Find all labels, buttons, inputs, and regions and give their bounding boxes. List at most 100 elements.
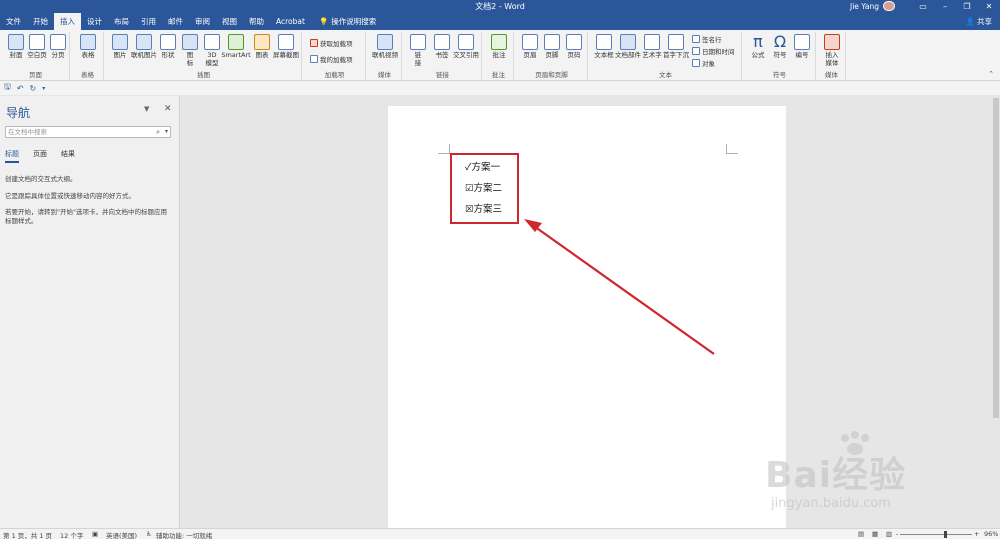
word-count[interactable]: 12 个字 [60,530,83,539]
print-layout-icon[interactable]: ▦ [872,530,878,538]
read-mode-icon[interactable]: ▤ [858,530,864,538]
calendar-icon [692,47,700,55]
zoom-slider-knob[interactable] [944,531,947,538]
nav-help-text-3: 若要开始，请转到"开始"选项卡，并向文档中的标题应用标题样式。 [5,208,167,225]
online-video-button[interactable]: 联机视频 [371,34,399,59]
table-button[interactable]: 表格 [74,34,102,59]
scrollbar-thumb[interactable] [993,98,999,418]
number-button[interactable]: 编号 [788,34,816,59]
zoom-in-button[interactable]: + [974,530,979,538]
cross-reference-icon [458,34,474,50]
tab-review[interactable]: 审阅 [189,13,216,30]
nav-tabs: 标题 页面 结果 [5,149,75,163]
object-button[interactable]: 对象 [692,58,715,68]
lightbulb-icon: 💡 [318,17,329,26]
footer-icon [544,34,560,50]
save-icon[interactable]: 🖫 [4,81,11,95]
insert-media-button[interactable]: 插入 媒体 [818,34,846,67]
pane-options-icon[interactable]: ▼ [144,105,149,113]
accessibility-icon[interactable]: ♿ [146,530,152,538]
chevron-down-icon[interactable]: ▾ [165,127,168,137]
zoom-out-button[interactable]: - [896,530,898,538]
tab-insert[interactable]: 插入 [54,13,81,30]
get-addins-button[interactable]: 获取加载项 [310,38,353,48]
wordart-icon [644,34,660,50]
tab-file[interactable]: 文件 [0,13,27,30]
store-icon [310,39,318,47]
tell-me-search[interactable]: 💡 操作说明搜索 [311,13,382,30]
group-label-pages: 页面 [29,71,42,79]
zoom-slider[interactable] [900,534,972,535]
group-symbols: π 公式 Ω 符号 编号 符号 [744,32,816,80]
addin-icon [310,55,318,63]
group-comments: 批注 批注 [484,32,514,80]
smartart-button[interactable]: SmartArt [221,34,251,59]
tab-headings[interactable]: 标题 [5,149,19,163]
page-break-button[interactable]: 分页 [44,34,72,59]
undo-icon[interactable]: ↶ [17,84,24,93]
tab-view[interactable]: 视图 [216,13,243,30]
share-label: 共享 [977,17,992,26]
language[interactable]: 英语(美国) [106,530,137,539]
person-icon: 👤 [965,17,975,26]
tab-mailings[interactable]: 邮件 [162,13,189,30]
group-label-illustrations: 插图 [197,71,210,79]
margin-corner-top-left [438,144,450,154]
quick-access-toolbar: 🖫 ↶ ↻ ▾ [0,81,1000,95]
user-area[interactable]: Jie Yang [850,0,895,12]
group-embed: 插入 媒体 媒体 [818,32,846,80]
cross-reference-button[interactable]: 交叉引用 [452,34,480,59]
tab-layout[interactable]: 布局 [108,13,135,30]
page-count[interactable]: 第 1 页，共 1 页 [3,530,52,539]
watermark-url: jingyan.baidu.com [771,496,891,511]
comment-icon [491,34,507,50]
tab-help[interactable]: 帮助 [243,13,270,30]
collapse-ribbon-icon[interactable]: ⌃ [988,70,994,78]
ribbon-tabs: 文件 开始 插入 设计 布局 引用 邮件 审阅 视图 帮助 Acrobat 💡 … [0,13,382,30]
cube-icon [204,34,220,50]
drop-cap-button[interactable]: 首字下沉 [662,34,690,59]
accessibility-status[interactable]: 辅助功能: 一切就绪 [156,530,212,539]
customize-qat-icon[interactable]: ▾ [42,85,45,92]
search-icon[interactable]: ⌕ [156,127,160,137]
tab-results[interactable]: 结果 [61,149,75,163]
date-time-button[interactable]: 日期和时间 [692,46,735,56]
close-icon[interactable]: ✕ [164,104,172,114]
web-layout-icon[interactable]: ▥ [886,530,892,538]
document-page[interactable]: ✓方案一 ☑方案二 ☒方案三 [388,106,786,528]
restore-button[interactable]: ❐ [956,0,978,12]
my-addins-button[interactable]: 我的加载项 [310,54,353,64]
vertical-scrollbar[interactable] [991,96,1000,528]
screenshot-button[interactable]: 屏幕截图 [272,34,300,59]
comment-button[interactable]: 批注 [485,34,513,59]
close-button[interactable]: ✕ [978,0,1000,12]
proofing-icon[interactable]: ▣ [92,530,98,538]
page-number-button[interactable]: 页码 [560,34,588,59]
zoom-level[interactable]: 96% [984,530,998,538]
tab-design[interactable]: 设计 [81,13,108,30]
signature-line-button[interactable]: 签名行 [692,34,722,44]
tab-pages[interactable]: 页面 [33,149,47,163]
word-window: 文档2 - Word Jie Yang ▭ – ❐ ✕ 文件 开始 插入 设计 … [0,0,1000,539]
group-label-addins: 加载项 [324,71,345,79]
avatar[interactable] [882,1,895,11]
navigation-pane: 导航 ▼ ✕ 在文档中搜索 ⌕ ▾ 标题 页面 结果 创建文档的交互式大纲。 它… [0,96,180,528]
minimize-button[interactable]: – [934,0,956,12]
tab-home[interactable]: 开始 [27,13,54,30]
window-controls: ▭ – ❐ ✕ [912,0,1000,12]
tab-acrobat[interactable]: Acrobat [270,13,311,30]
shapes-icon [160,34,176,50]
watermark-text: Bai经验 [765,455,907,496]
margin-corner-top-right [726,144,738,154]
redo-icon[interactable]: ↻ [30,84,37,93]
picture-icon [112,34,128,50]
smartart-icon [228,34,244,50]
ribbon-display-button[interactable]: ▭ [912,0,934,12]
quick-parts-icon [620,34,636,50]
group-links: 链 接 书签 交叉引用 链接 [404,32,482,80]
tab-references[interactable]: 引用 [135,13,162,30]
nav-help-text-2: 它是跟踪具体位置或快速移动内容的好方式。 [5,192,135,200]
nav-search-input[interactable]: 在文档中搜索 ⌕ ▾ [5,126,171,138]
user-name[interactable]: Jie Yang [850,2,879,11]
share-button[interactable]: 👤 共享 [966,13,992,30]
